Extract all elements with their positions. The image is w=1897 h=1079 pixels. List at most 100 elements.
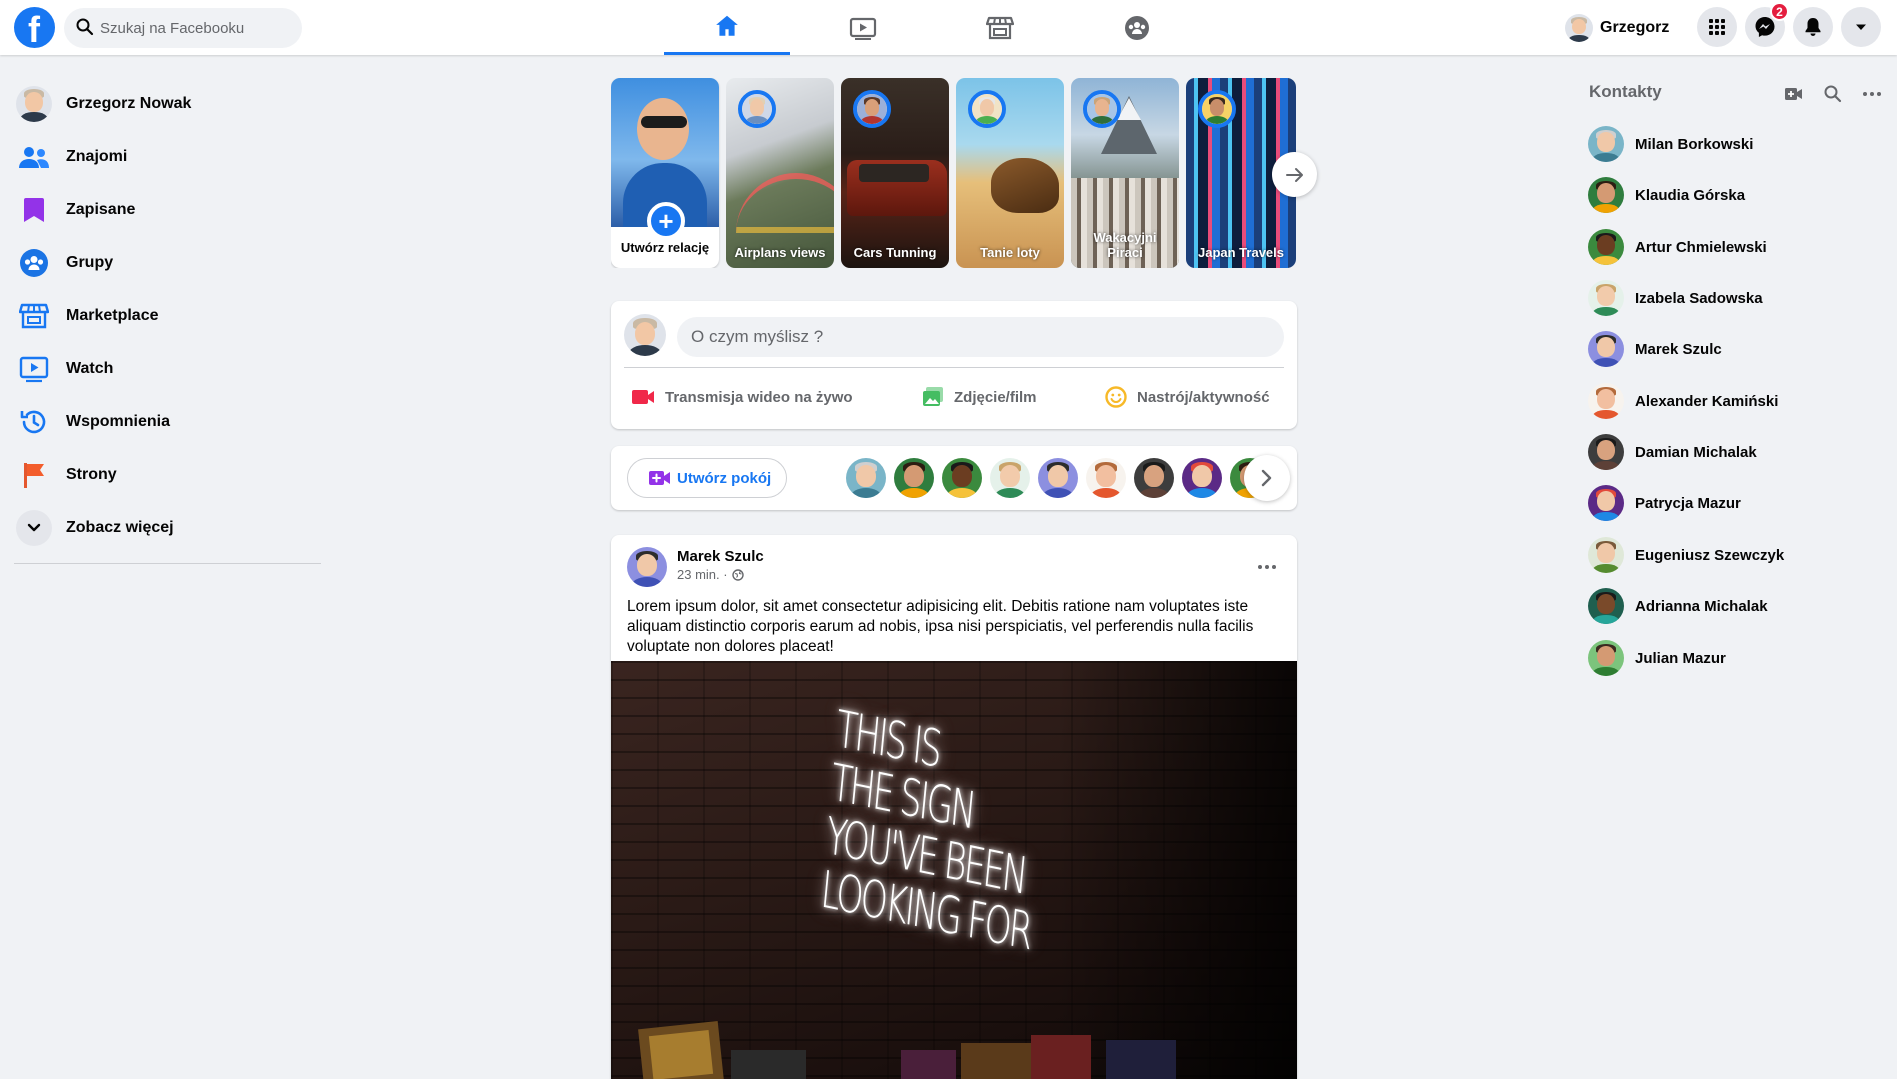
contact-item[interactable]: Marek Szulc — [1588, 329, 1722, 369]
divider — [624, 367, 1284, 368]
post-options-button[interactable] — [1249, 549, 1285, 585]
contact-item[interactable]: Alexander Kamiński — [1588, 381, 1778, 421]
composer-action-label: Transmisja wideo na żywo — [665, 388, 853, 406]
contact-item[interactable]: Artur Chmielewski — [1588, 227, 1767, 267]
room-avatar[interactable] — [942, 458, 982, 498]
contact-item[interactable]: Patrycja Mazur — [1588, 483, 1741, 523]
composer-action-label: Zdjęcie/film — [954, 388, 1037, 406]
sidebar-item-marketplace[interactable]: Marketplace — [14, 289, 324, 342]
story-avatar — [738, 90, 776, 128]
contacts-search-button[interactable] — [1821, 82, 1845, 106]
tab-marketplace[interactable] — [937, 0, 1063, 55]
post-author-name[interactable]: Marek Szulc — [677, 548, 764, 565]
contact-name: Artur Chmielewski — [1635, 238, 1767, 256]
menu-button[interactable] — [1697, 7, 1737, 47]
create-story-label: Utwórz relację — [620, 240, 710, 255]
tab-groups[interactable] — [1074, 0, 1200, 55]
sidebar-item-profile[interactable]: Grzegorz Nowak — [14, 77, 324, 130]
video-plus-icon — [1785, 88, 1802, 100]
new-room-button[interactable] — [1782, 82, 1806, 106]
contact-item[interactable]: Adrianna Michalak — [1588, 586, 1768, 626]
stories-next-button[interactable] — [1272, 152, 1317, 197]
contacts-title: Kontakty — [1589, 82, 1662, 101]
avatar — [1588, 383, 1624, 419]
post-time[interactable]: 23 min. · — [677, 567, 728, 582]
sidebar-item-watch[interactable]: Watch — [14, 342, 324, 395]
notifications-button[interactable] — [1793, 7, 1833, 47]
avatar — [1588, 588, 1624, 624]
sidebar-item-see-more[interactable]: Zobacz więcej — [14, 501, 324, 554]
story-name: Japan Travels — [1198, 245, 1284, 260]
contacts-options-button[interactable] — [1860, 82, 1884, 106]
room-avatar[interactable] — [1086, 458, 1126, 498]
sidebar-item-pages[interactable]: Strony — [14, 448, 324, 501]
story-name: Tanie loty — [980, 245, 1040, 260]
feeling-activity-button[interactable]: Nastrój/aktywność — [1105, 377, 1270, 417]
profile-button[interactable]: Grzegorz — [1565, 11, 1669, 45]
sidebar-item-label: Znajomi — [66, 147, 128, 165]
facebook-logo[interactable]: f — [14, 7, 55, 50]
photo-video-button[interactable]: Zdjęcie/film — [922, 377, 1037, 417]
room-avatar[interactable] — [894, 458, 934, 498]
story-avatar — [968, 90, 1006, 128]
room-avatar[interactable] — [1182, 458, 1222, 498]
contact-name: Julian Mazur — [1635, 649, 1726, 667]
more-horizontal-icon — [1863, 92, 1881, 96]
post-image[interactable]: THIS IS THE SIGN YOU'VE BEEN LOOKING FOR — [611, 661, 1297, 1079]
story-name: Wakacyjni Piraci — [1093, 230, 1157, 260]
bookmark-icon — [24, 197, 44, 222]
search-input[interactable] — [100, 8, 290, 48]
story-card[interactable]: Tanie loty — [956, 78, 1064, 268]
caret-down-icon — [1856, 24, 1866, 30]
create-room-button[interactable]: Utwórz pokój — [627, 458, 787, 498]
composer-input[interactable]: O czym myślisz ? — [677, 317, 1284, 357]
story-card[interactable]: Airplans views — [726, 78, 834, 268]
tab-home[interactable] — [664, 0, 790, 55]
room-avatar[interactable] — [1038, 458, 1078, 498]
sidebar-item-label: Wspomnienia — [66, 412, 171, 430]
sidebar-item-saved[interactable]: Zapisane — [14, 183, 324, 236]
sidebar-item-friends[interactable]: Znajomi — [14, 130, 324, 183]
story-card[interactable]: Cars Tunning — [841, 78, 949, 268]
contact-item[interactable]: Klaudia Górska — [1588, 175, 1745, 215]
messenger-button[interactable]: 2 — [1745, 2, 1789, 47]
contact-item[interactable]: Eugeniusz Szewczyk — [1588, 535, 1784, 575]
sidebar-item-groups[interactable]: Grupy — [14, 236, 324, 289]
rooms-next-button[interactable] — [1244, 455, 1290, 501]
grid-menu-icon — [1709, 19, 1725, 35]
contact-item[interactable]: Damian Michalak — [1588, 432, 1757, 472]
contact-item[interactable]: Milan Borkowski — [1588, 124, 1753, 164]
groups-icon — [20, 248, 48, 277]
account-dropdown-button[interactable] — [1841, 7, 1881, 47]
contact-item[interactable]: Izabela Sadowska — [1588, 278, 1763, 318]
sidebar-item-label: Grzegorz Nowak — [66, 94, 192, 112]
photo-icon — [923, 387, 943, 406]
search-box[interactable] — [64, 8, 302, 48]
tab-watch[interactable] — [800, 0, 926, 55]
story-avatar — [1198, 90, 1236, 128]
avatar — [1588, 126, 1624, 162]
live-video-button[interactable]: Transmisja wideo na żywo — [631, 377, 853, 417]
post-composer: O czym myślisz ? Transmisja wideo na żyw… — [611, 301, 1297, 429]
stories-row: + Utwórz relację Airplans views Cars Tun… — [611, 78, 1297, 268]
sidebar-item-label: Marketplace — [66, 306, 159, 324]
home-icon — [716, 15, 738, 36]
room-avatar[interactable] — [1134, 458, 1174, 498]
notification-badge: 2 — [1770, 2, 1789, 21]
room-avatar[interactable] — [846, 458, 886, 498]
post-author-avatar[interactable] — [627, 547, 667, 587]
contact-item[interactable]: Julian Mazur — [1588, 638, 1726, 678]
profile-name: Grzegorz — [1600, 19, 1670, 36]
create-story-card[interactable]: + Utwórz relację — [611, 78, 719, 268]
avatar — [1588, 640, 1624, 676]
store-icon — [986, 16, 1014, 39]
bell-icon — [1805, 18, 1821, 36]
room-avatar[interactable] — [990, 458, 1030, 498]
contact-name: Adrianna Michalak — [1635, 597, 1768, 615]
feed-post: Marek Szulc 23 min. · Lorem ipsum dolor,… — [611, 535, 1297, 1079]
wall-art-decor — [638, 1020, 1176, 1079]
flag-icon — [24, 462, 44, 488]
avatar — [16, 85, 52, 122]
story-card[interactable]: Wakacyjni Piraci — [1071, 78, 1179, 268]
sidebar-item-memories[interactable]: Wspomnienia — [14, 395, 324, 448]
